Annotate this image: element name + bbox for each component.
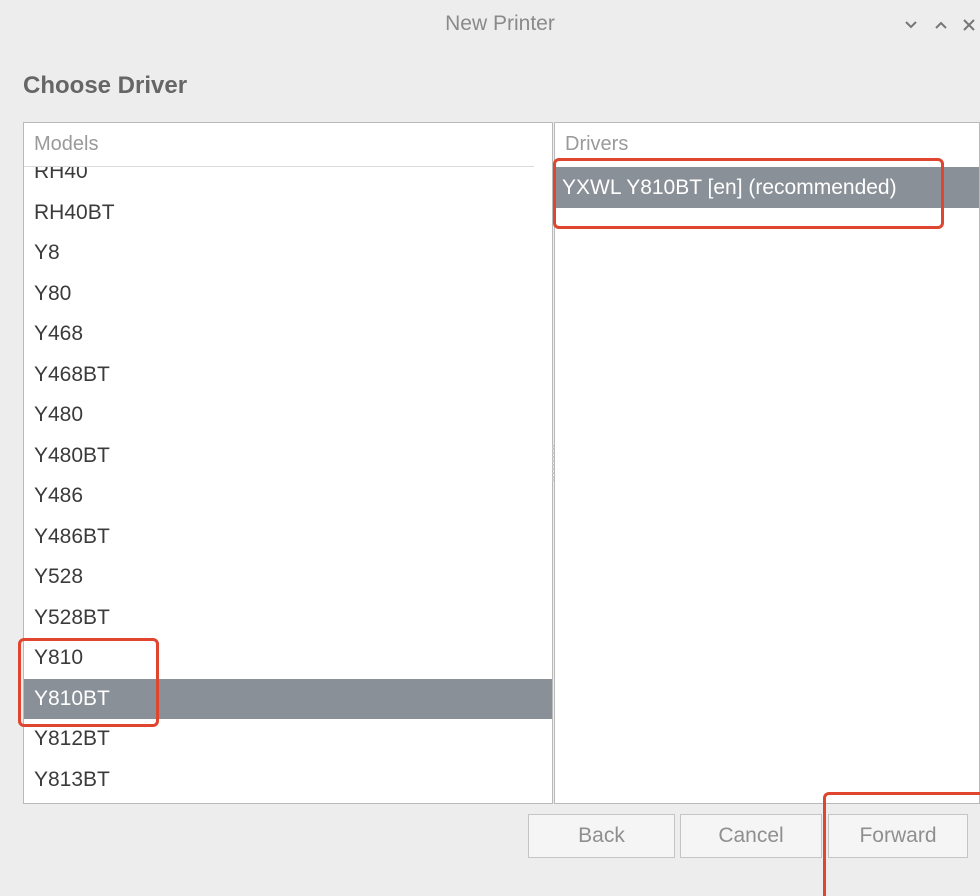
model-list-item[interactable]: Y480	[24, 395, 552, 436]
driver-list-item[interactable]: YXWL Y810BT [en] (recommended)	[555, 167, 979, 208]
model-list-item[interactable]: Y528BT	[24, 598, 552, 639]
models-column-header[interactable]: Models	[24, 123, 552, 167]
title-bar[interactable]: New Printer	[0, 0, 980, 54]
model-list-item[interactable]: Y810BT	[24, 678, 552, 719]
model-list-item[interactable]: Y8	[24, 233, 552, 274]
model-list-item[interactable]: Y528	[24, 557, 552, 598]
model-list-item[interactable]: Y486	[24, 476, 552, 517]
model-list-item[interactable]: Y486BT	[24, 517, 552, 558]
forward-button[interactable]: Forward	[828, 814, 968, 858]
model-list-item[interactable]: Y468	[24, 314, 552, 355]
cancel-button[interactable]: Cancel	[680, 814, 822, 858]
close-icon[interactable]	[958, 14, 980, 36]
model-list-item[interactable]: Y480BT	[24, 436, 552, 477]
window-title: New Printer	[445, 12, 555, 35]
model-list-item[interactable]: Y813BT	[24, 760, 552, 801]
new-printer-dialog: New Printer Choose Driver Models RH40 RH4…	[0, 0, 980, 896]
models-panel: Models RH40 RH40BT Y8 Y80 Y468 Y468BT Y480 Y480…	[23, 122, 553, 804]
model-list-item[interactable]: RH40	[24, 167, 552, 193]
model-list-item[interactable]: Y810	[24, 638, 552, 679]
page-title: Choose Driver	[23, 72, 188, 99]
model-list-item[interactable]: Y812BT	[24, 719, 552, 760]
back-button[interactable]: Back	[528, 814, 675, 858]
drivers-column-header[interactable]: Drivers	[555, 123, 979, 167]
drivers-list[interactable]: YXWL Y810BT [en] (recommended)	[555, 167, 979, 803]
model-list-item[interactable]: Y468BT	[24, 355, 552, 396]
chevron-down-icon[interactable]	[900, 14, 922, 36]
drivers-panel: Drivers YXWL Y810BT [en] (recommended)	[554, 122, 980, 804]
model-list-item[interactable]: Y80	[24, 274, 552, 315]
model-list-item[interactable]: RH40BT	[24, 193, 552, 234]
chevron-up-icon[interactable]	[930, 14, 952, 36]
models-list[interactable]: RH40 RH40BT Y8 Y80 Y468 Y468BT Y480 Y480BT Y486 Y…	[24, 167, 552, 803]
models-list-items: RH40 RH40BT Y8 Y80 Y468 Y468BT Y480 Y480BT Y486 Y…	[24, 167, 552, 800]
